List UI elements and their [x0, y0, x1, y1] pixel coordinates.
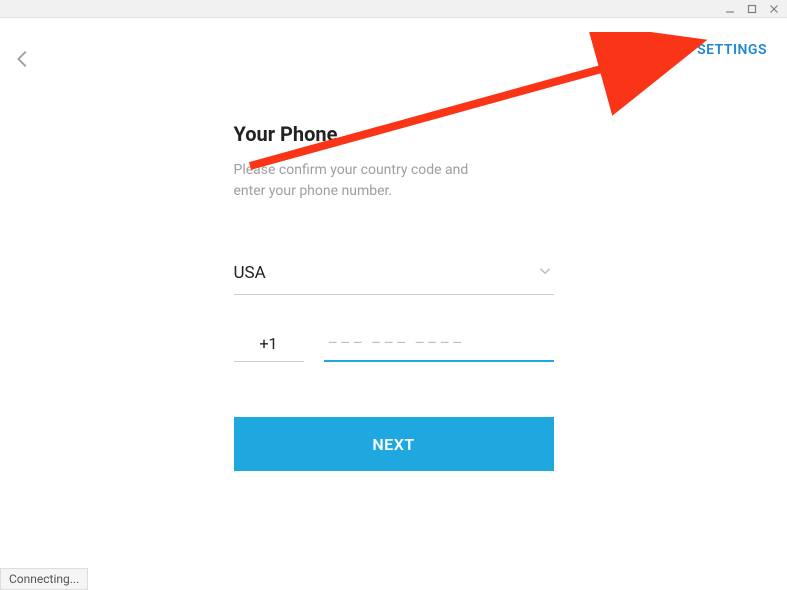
status-badge: Connecting...: [0, 568, 88, 590]
country-code-input[interactable]: [234, 326, 304, 362]
window-titlebar: [0, 0, 787, 18]
page-title: Your Phone: [234, 122, 554, 146]
page-subtitle: Please confirm your country code and ent…: [234, 160, 494, 202]
close-button[interactable]: [767, 2, 781, 16]
back-button[interactable]: [12, 48, 36, 72]
settings-link[interactable]: SETTINGS: [697, 42, 767, 58]
phone-number-input[interactable]: [324, 325, 554, 362]
phone-row: [234, 325, 554, 362]
country-select[interactable]: USA: [234, 262, 554, 295]
maximize-button[interactable]: [745, 2, 759, 16]
next-button[interactable]: NEXT: [234, 417, 554, 471]
minimize-button[interactable]: [723, 2, 737, 16]
app-header: SETTINGS: [0, 18, 787, 62]
country-name: USA: [234, 263, 266, 283]
login-form: Your Phone Please confirm your country c…: [234, 122, 554, 471]
chevron-down-icon: [536, 262, 554, 284]
